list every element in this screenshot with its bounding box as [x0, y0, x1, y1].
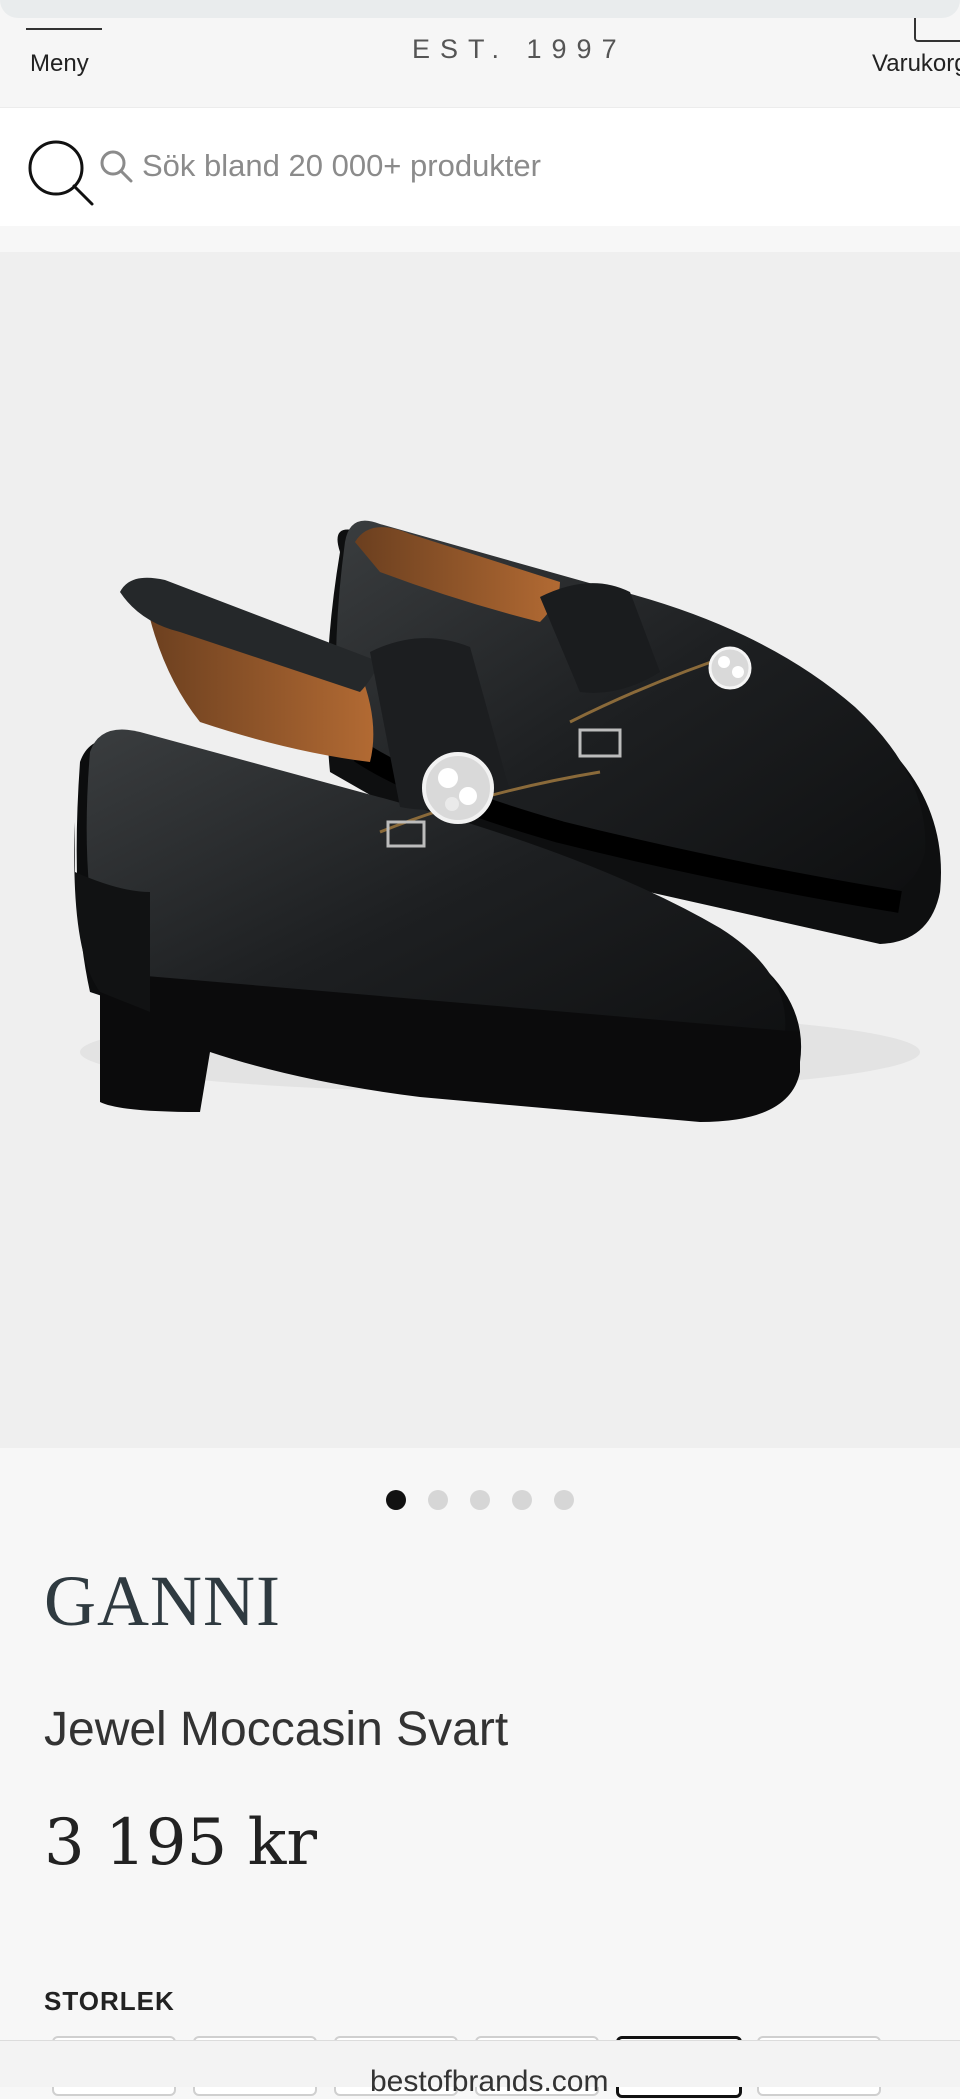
- search-input-icon: [100, 150, 133, 183]
- search-icon[interactable]: [26, 138, 96, 208]
- carousel-dot[interactable]: [470, 1490, 490, 1510]
- status-strip: [0, 0, 960, 18]
- loafer-shoes-illustration: [74, 520, 942, 1122]
- carousel-dot[interactable]: [428, 1490, 448, 1510]
- carousel-dot[interactable]: [512, 1490, 532, 1510]
- divider-strip: [0, 226, 960, 253]
- carousel-dot[interactable]: [554, 1490, 574, 1510]
- menu-button[interactable]: Meny: [24, 26, 104, 82]
- top-bar: Meny EST. 1997 Varukorg: [0, 0, 960, 108]
- cart-button[interactable]: Varukorg: [872, 12, 960, 82]
- product-brand[interactable]: GANNI: [44, 1560, 281, 1643]
- search-input[interactable]: Sök bland 20 000+ produkter: [98, 136, 938, 196]
- product-image[interactable]: [0, 252, 960, 1448]
- product-price: 3 195 kr: [44, 1806, 317, 1880]
- search-placeholder: Sök bland 20 000+ produkter: [142, 148, 541, 183]
- menu-icon: [26, 28, 102, 30]
- size-heading: STORLEK: [44, 1986, 175, 2016]
- carousel-dot[interactable]: [386, 1490, 406, 1510]
- image-carousel-dots: [0, 1490, 960, 1514]
- cart-label: Varukorg: [872, 50, 960, 77]
- product-name: Jewel Moccasin Svart: [44, 1703, 509, 1756]
- cart-icon: [914, 18, 960, 42]
- browser-url: bestofbrands.com: [370, 2065, 609, 2098]
- browser-url-bar[interactable]: bestofbrands.com: [0, 2040, 960, 2098]
- search-bar: Sök bland 20 000+ produkter: [0, 108, 960, 226]
- menu-label: Meny: [30, 50, 89, 77]
- brand-est-tagline: EST. 1997: [412, 34, 627, 64]
